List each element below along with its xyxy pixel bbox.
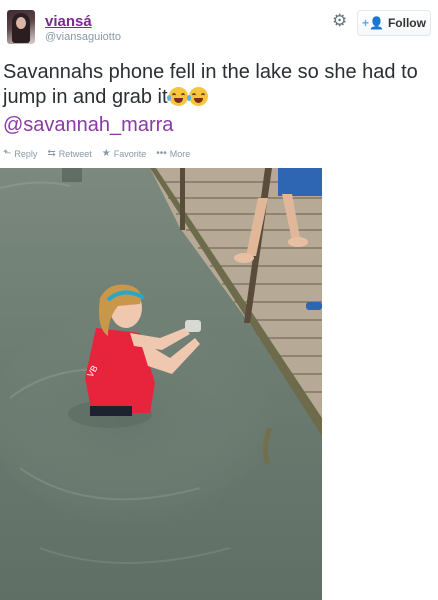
laughing-emoji-icon xyxy=(166,87,188,106)
mention-link[interactable]: @savannah_marra xyxy=(3,114,173,137)
retweet-label: Retweet xyxy=(58,148,92,159)
tweet-actions: ⬑ Reply ⇆ Retweet ★ Favorite ••• More xyxy=(3,148,190,159)
favorite-star-icon: ★ xyxy=(101,148,111,159)
more-icon: ••• xyxy=(156,148,167,159)
follow-button-label: Follow xyxy=(387,16,426,30)
add-user-icon: +👤 xyxy=(362,16,384,30)
user-handle[interactable]: @viansaguiotto xyxy=(45,31,121,43)
more-label: More xyxy=(169,148,191,159)
reply-button[interactable]: ⬑ Reply xyxy=(3,148,37,159)
more-button[interactable]: ••• More xyxy=(156,148,190,159)
retweet-icon: ⇆ xyxy=(47,148,56,159)
favorite-button[interactable]: ★ Favorite xyxy=(102,148,146,159)
retweet-button[interactable]: ⇆ Retweet xyxy=(47,148,91,159)
gear-icon[interactable]: ⚙ xyxy=(332,12,347,29)
shorts xyxy=(90,406,132,416)
sandal xyxy=(306,302,322,310)
favorite-label: Favorite xyxy=(113,148,147,159)
tweet-body: Savannahs phone fell in the lake so she … xyxy=(3,61,418,108)
lake-dock-scene: VB xyxy=(0,168,322,600)
phone xyxy=(185,320,201,332)
tweet-text: Savannahs phone fell in the lake so she … xyxy=(3,60,435,110)
tweet-photo[interactable]: VB xyxy=(0,168,322,600)
dock-post xyxy=(180,168,185,230)
reply-icon: ⬑ xyxy=(3,148,12,159)
shorts xyxy=(278,168,322,196)
laughing-emoji-icon xyxy=(186,87,208,106)
user-display-name[interactable]: viansá xyxy=(45,13,92,30)
avatar[interactable] xyxy=(7,10,35,44)
reply-label: Reply xyxy=(14,148,38,159)
follow-button[interactable]: +👤 Follow xyxy=(357,10,431,36)
